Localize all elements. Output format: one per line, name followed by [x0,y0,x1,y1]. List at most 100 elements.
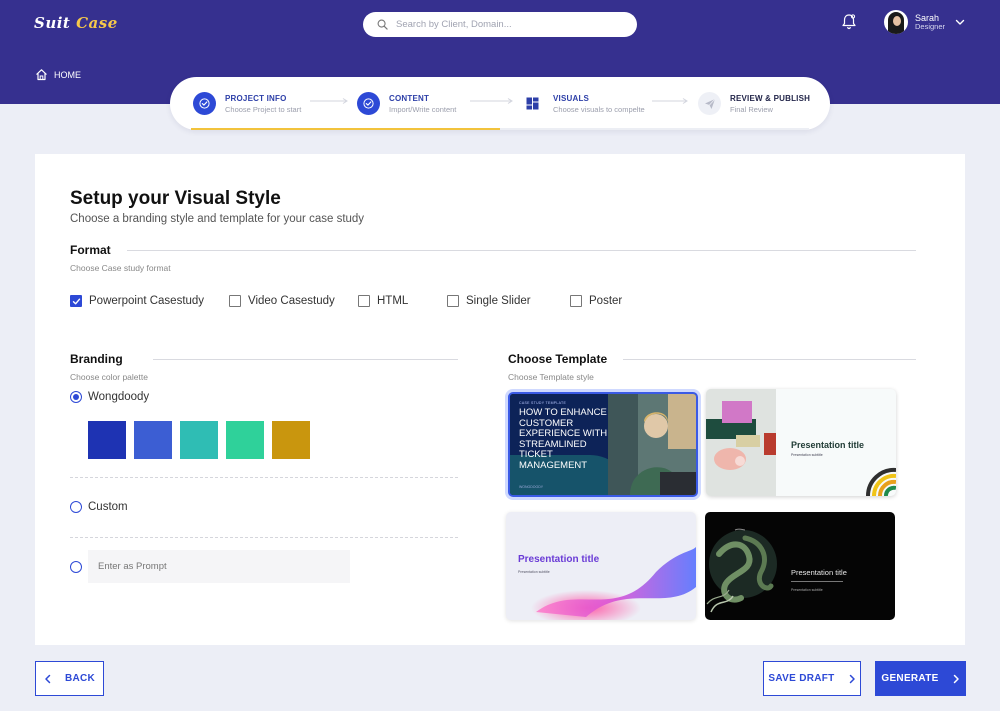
radio-selected-icon[interactable] [70,391,82,403]
template-card[interactable]: Presentation title Presentation subtitle [506,512,696,620]
palette-option-label: Wongdoody [88,391,150,403]
send-icon [698,92,721,115]
step-subtitle: Import/Write content [389,105,457,114]
checkbox-icon[interactable] [229,295,241,307]
divider [70,537,458,538]
check-icon [193,92,216,115]
generate-button[interactable]: GENERATE [875,661,966,696]
divider [126,249,916,251]
divider [70,477,458,478]
color-swatch[interactable] [134,421,172,459]
step-subtitle: Final Review [730,105,773,114]
checkbox-icon[interactable] [447,295,459,307]
format-option-single-slider[interactable]: Single Slider [447,295,531,307]
step-title: REVIEW & PUBLISH [730,94,811,103]
template-title: Presentation title [518,554,600,565]
home-label: HOME [54,69,81,80]
step-visuals[interactable]: VISUALS Choose visuals to compelte [521,92,645,115]
color-swatch[interactable] [180,421,218,459]
organic-sculpture-illustration [706,528,777,613]
chevron-left-icon [45,674,51,683]
step-arrow-icon [310,98,348,104]
step-arrow-icon [652,98,688,104]
format-option-html[interactable]: HTML [358,295,408,307]
back-button[interactable]: BACK [35,661,104,696]
palette-option-wongdoody[interactable]: Wongdoody [70,391,149,403]
template-label: Choose Template [508,352,608,366]
palette-option-prompt[interactable] [70,561,88,573]
template-card[interactable]: Presentation title Presentation subtitle [706,389,896,496]
template-section-header: Choose Template [508,352,916,366]
branding-hint: Choose color palette [70,372,148,382]
divider [791,581,843,582]
format-option-poster[interactable]: Poster [570,295,622,307]
color-swatch[interactable] [226,421,264,459]
progress-stepper: PROJECT INFO Choose Project to start CON… [170,77,830,130]
search-icon [377,19,388,30]
template-illustration [706,389,776,496]
template-subtitle: Presentation subtitle [791,588,823,592]
template-title: Presentation title [791,440,865,450]
step-subtitle: Choose visuals to compelte [553,105,645,114]
chevron-right-icon [953,674,959,683]
palette-option-label: Custom [88,501,128,513]
logo-text-accent: Case [76,14,118,32]
stepper-progress-track [191,128,809,130]
back-label: BACK [64,673,96,684]
template-card-selected[interactable]: CASE STUDY TEMPLATE HOW TO ENHANCE CUSTO… [508,392,698,497]
step-arrow-icon [470,98,513,104]
format-option-label: Poster [589,295,623,307]
step-review-publish[interactable]: REVIEW & PUBLISH Final Review [698,92,810,115]
palette-option-custom[interactable]: Custom [70,501,128,513]
checkbox-icon[interactable] [570,295,582,307]
user-avatar [884,10,908,34]
checkbox-icon[interactable] [358,295,370,307]
chevron-down-icon[interactable] [955,19,965,26]
search-input[interactable] [396,19,616,30]
breadcrumb-home[interactable]: HOME [35,68,81,81]
template-title: HOW TO ENHANCE CUSTOMER EXPERIENCE WITH … [519,407,608,471]
color-swatch[interactable] [88,421,126,459]
step-content[interactable]: CONTENT Import/Write content [357,92,456,115]
prompt-input[interactable] [88,550,350,583]
format-option-powerpoint[interactable]: Powerpoint Casestudy [70,295,204,307]
color-swatch[interactable] [272,421,310,459]
rainbow-arc-icon [865,467,896,496]
divider [623,358,916,360]
logo-text-main: Suit [34,14,77,32]
app-logo[interactable]: Suit Case [34,14,118,32]
visual-style-card: Setup your Visual Style Choose a brandin… [35,154,965,645]
format-option-label: Single Slider [466,295,531,307]
format-section-header: Format [70,243,916,257]
step-title: CONTENT [389,94,430,103]
step-subtitle: Choose Project to start [225,105,302,114]
checkbox-checked-icon[interactable] [70,295,82,307]
gradient-wave-illustration [531,547,696,620]
save-draft-button[interactable]: SAVE DRAFT [763,661,861,696]
format-option-label: HTML [377,295,409,307]
color-palette [88,421,318,459]
person-illustration [608,394,696,495]
layout-icon [521,92,544,115]
format-options: Powerpoint Casestudy Video Casestudy HTM… [70,295,670,311]
step-project-info[interactable]: PROJECT INFO Choose Project to start [193,92,301,115]
radio-icon[interactable] [70,501,82,513]
branding-section-header: Branding [70,352,458,366]
user-menu[interactable]: Sarah Designer [884,10,965,34]
template-photo [608,394,696,495]
branding-label: Branding [70,352,123,366]
search-bar [363,12,637,37]
radio-icon[interactable] [70,561,82,573]
format-label: Format [70,243,111,257]
template-hint: Choose Template style [508,372,594,382]
check-icon [357,92,380,115]
format-option-video[interactable]: Video Casestudy [229,295,335,307]
template-card[interactable]: Presentation title Presentation subtitle [705,512,895,620]
page-title: Setup your Visual Style [70,188,281,209]
notification-bell-icon[interactable] [841,13,857,35]
generate-label: GENERATE [881,673,939,684]
save-draft-label: SAVE DRAFT [768,673,835,684]
step-title: VISUALS [553,94,590,103]
template-subtitle: Presentation subtitle [518,570,550,574]
chevron-right-icon [849,674,855,683]
